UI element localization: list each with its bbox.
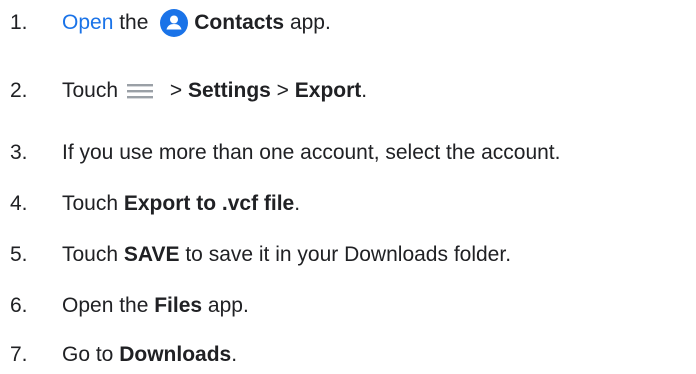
step-content: Touch SAVE to save it in your Downloads … <box>62 241 511 269</box>
step-text: Touch <box>62 243 124 266</box>
export-label: Export <box>294 79 362 102</box>
step-text: Touch <box>62 192 124 215</box>
step-6: 6. Open the Files app. <box>10 288 249 324</box>
contacts-app-icon <box>160 9 189 37</box>
step-number: 7. <box>10 343 28 366</box>
step-text: app. <box>202 294 249 317</box>
step-number: 5. <box>10 243 28 266</box>
step-content: Touch > Settings > Export . <box>62 77 367 105</box>
step-text: Open the <box>62 294 155 317</box>
step-7: 7. Go to Downloads . <box>10 337 237 373</box>
step-content: Open the Contacts app. <box>62 9 331 37</box>
step-2: 2. Touch > Settings > Export . <box>10 73 367 109</box>
step-text: to save it in your Downloads folder. <box>179 243 512 266</box>
instruction-steps: 1. Open the Contacts app. 2. Touch > Set… <box>0 0 696 374</box>
step-text: If you use more than one account, select… <box>62 141 561 164</box>
step-number: 6. <box>10 294 28 317</box>
files-app-name: Files <box>154 294 203 317</box>
step-content: Go to Downloads . <box>62 341 237 369</box>
step-text: . <box>361 79 368 102</box>
step-text: . <box>294 192 301 215</box>
step-number: 1. <box>10 11 28 34</box>
contacts-app-name: Contacts <box>194 11 285 34</box>
step-text: the <box>113 11 155 34</box>
step-4: 4. Touch Export to .vcf file . <box>10 186 300 222</box>
step-text: Touch <box>62 79 119 102</box>
save-label: SAVE <box>123 243 180 266</box>
step-text: Go to <box>62 343 120 366</box>
step-number: 2. <box>10 79 28 102</box>
step-number: 4. <box>10 192 28 215</box>
step-content: Open the Files app. <box>62 292 249 320</box>
menu-icon <box>126 77 154 105</box>
step-number: 3. <box>10 141 28 164</box>
settings-label: Settings <box>187 79 271 102</box>
step-3: 3. If you use more than one account, sel… <box>10 135 560 171</box>
step-1: 1. Open the Contacts app. <box>10 5 331 41</box>
step-text: app. <box>284 11 331 34</box>
step-5: 5. Touch SAVE to save it in your Downloa… <box>10 237 511 273</box>
open-link[interactable]: Open <box>62 9 113 37</box>
step-content: Touch Export to .vcf file . <box>62 190 300 218</box>
step-text: . <box>231 343 238 366</box>
downloads-label: Downloads <box>119 343 232 366</box>
export-to-vcf-label: Export to .vcf file <box>123 192 295 215</box>
step-separator: > <box>270 79 295 102</box>
step-separator: > <box>164 79 188 102</box>
